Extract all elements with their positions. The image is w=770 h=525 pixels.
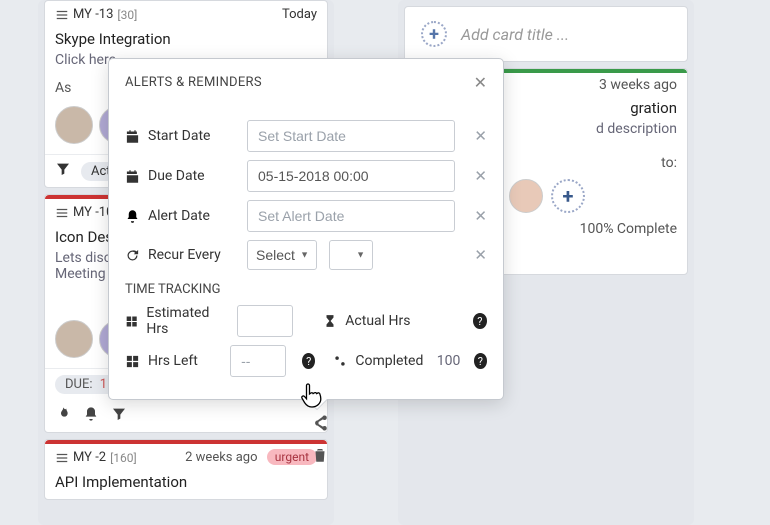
add-card-input[interactable]: + Add card title ... <box>404 6 688 62</box>
popover-title: ALERTS & REMINDERS <box>125 75 262 90</box>
start-date-label: Start Date <box>125 128 235 144</box>
grid-icon <box>125 354 140 369</box>
recur-count-select[interactable] <box>329 240 373 270</box>
grid-icon <box>125 314 138 329</box>
alert-date-input[interactable] <box>247 200 455 232</box>
hrs-left-input[interactable] <box>230 345 286 377</box>
popover-close-icon[interactable]: ✕ <box>474 73 487 92</box>
estimated-hrs-input[interactable] <box>237 305 293 337</box>
alert-date-label: Alert Date <box>125 208 235 224</box>
list-icon <box>55 451 69 465</box>
add-card-placeholder: Add card title ... <box>461 25 569 44</box>
filter-icon[interactable] <box>111 406 127 426</box>
completed-help-icon[interactable]: ? <box>474 353 487 369</box>
hrs-left-help-icon[interactable]: ? <box>302 353 315 369</box>
due-date-label: Due Date <box>125 168 235 184</box>
card-id: MY -10 <box>55 205 113 220</box>
fire-icon[interactable] <box>55 406 71 426</box>
recur-every-label: Recur Every <box>125 247 235 263</box>
recur-icon <box>125 248 140 263</box>
percent-icon <box>333 354 347 368</box>
trash-icon[interactable] <box>311 446 329 468</box>
clear-due-date-icon[interactable]: ✕ <box>474 167 487 185</box>
actual-hrs-help-icon[interactable]: ? <box>473 313 487 329</box>
popover-arrow <box>307 399 327 409</box>
time-tracking-heading: TIME TRACKING <box>125 282 487 297</box>
actual-hrs-label: Actual Hrs <box>323 313 422 329</box>
bell-icon[interactable] <box>83 406 99 426</box>
card-id: MY -2 [160] <box>55 450 137 465</box>
card-date-today: Today <box>282 7 317 22</box>
due-date-input[interactable] <box>247 160 455 192</box>
hourglass-icon <box>323 314 337 328</box>
completed-value: 100 <box>437 353 462 369</box>
bell-icon <box>125 209 140 224</box>
clear-start-date-icon[interactable]: ✕ <box>474 127 487 145</box>
completed-label: Completed <box>333 353 424 369</box>
card-title: API Implementation <box>45 471 327 499</box>
card-title: Skype Integration <box>45 28 327 50</box>
calendar-icon <box>125 129 140 144</box>
hrs-left-label: Hrs Left <box>125 353 218 369</box>
start-date-input[interactable] <box>247 120 455 152</box>
list-icon <box>55 206 69 220</box>
calendar-icon <box>125 169 140 184</box>
card-id: MY -13 [30] <box>55 7 137 22</box>
card-api-implementation[interactable]: MY -2 [160] 2 weeks ago urgent API Imple… <box>44 439 328 500</box>
recur-unit-select[interactable]: Select <box>247 240 317 270</box>
avatar[interactable] <box>509 179 543 213</box>
alerts-reminders-popover: ALERTS & REMINDERS ✕ Start Date ✕ Due Da… <box>108 58 504 400</box>
add-assignee-button[interactable]: + <box>551 179 585 213</box>
list-icon <box>55 8 69 22</box>
card-meta-right: 2 weeks ago urgent <box>185 450 317 465</box>
filter-icon[interactable] <box>55 161 71 181</box>
clear-alert-date-icon[interactable]: ✕ <box>474 207 487 225</box>
avatar[interactable] <box>55 320 93 358</box>
estimated-hrs-label: Estimated Hrs <box>125 305 225 337</box>
share-icon[interactable] <box>311 414 329 436</box>
clear-recur-icon[interactable]: ✕ <box>474 246 487 264</box>
avatar[interactable] <box>55 106 93 144</box>
add-card-plus-icon[interactable]: + <box>421 21 447 47</box>
